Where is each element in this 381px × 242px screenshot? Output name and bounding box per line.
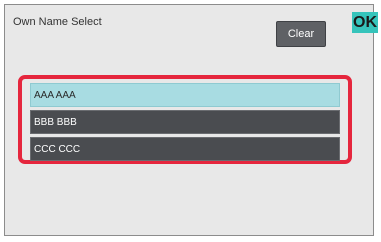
list-item-bbb[interactable]: BBB BBB xyxy=(30,110,340,134)
dialog-frame: Own Name Select Clear AAA AAA BBB BBB CC… xyxy=(4,4,374,236)
page-title: Own Name Select xyxy=(13,16,102,28)
name-list-highlight: AAA AAA BBB BBB CCC CCC xyxy=(18,75,352,164)
list-item-label: BBB BBB xyxy=(34,116,77,128)
clear-button[interactable]: Clear xyxy=(276,21,326,47)
ok-button[interactable]: OK xyxy=(352,12,378,33)
list-item-label: AAA AAA xyxy=(34,89,76,101)
list-item-aaa[interactable]: AAA AAA xyxy=(30,83,340,107)
list-item-ccc[interactable]: CCC CCC xyxy=(30,137,340,161)
name-list: AAA AAA BBB BBB CCC CCC xyxy=(30,83,340,164)
dialog-panel: Own Name Select Clear AAA AAA BBB BBB CC… xyxy=(5,5,373,235)
list-item-label: CCC CCC xyxy=(34,143,81,155)
